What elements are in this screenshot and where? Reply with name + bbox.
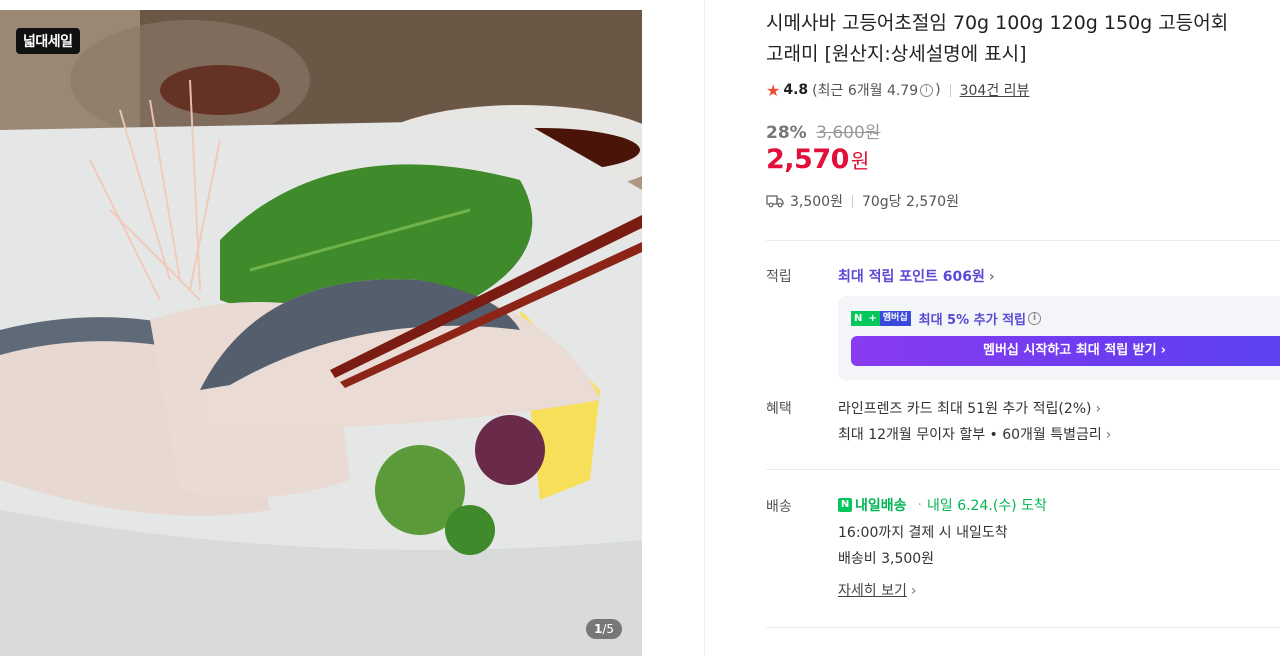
card-benefit-text: 라인프렌즈 카드 최대 51원 추가 적립(2%) <box>838 401 1092 417</box>
truck-icon <box>766 195 784 208</box>
chevron-right-icon: › <box>1095 401 1102 417</box>
delivery-detail-link[interactable]: 자세히 보기 › <box>838 580 916 600</box>
discount-row: 28% 3,600원 <box>766 118 880 143</box>
sale-price: 2,570 <box>766 144 849 175</box>
product-photo <box>0 10 642 656</box>
recent-rating: (최근 6개월 4.79 <box>812 83 919 99</box>
max-points-link[interactable]: 최대 적립 포인트 606원 › <box>838 266 995 286</box>
naver-n-icon: N <box>838 498 852 512</box>
info-icon[interactable]: i <box>1028 312 1042 325</box>
arrival-date: 내일 6.24.(수) 도착 <box>926 498 1047 514</box>
delivery-fee: 배송비 3,500원 <box>838 551 935 567</box>
price-row: 2,570 원 <box>766 144 869 175</box>
next-day-delivery-badge: N 내일배송 <box>838 495 907 515</box>
rating-score: 4.8 <box>783 82 809 98</box>
delivery-cutoff: 16:00까지 결제 시 내일도착 <box>838 525 1008 541</box>
naver-n-mark: N <box>851 311 866 326</box>
chevron-right-icon: › <box>910 583 917 599</box>
recent-rating-close: ) <box>935 82 941 98</box>
rating-row: ★ 4.8 (최근 6개월 4.79 i ) 304건 리뷰 <box>766 80 1029 100</box>
sale-badge: 넓대세일 <box>16 28 80 54</box>
section-divider <box>766 627 1280 628</box>
product-title-line1: 시메사바 고등어초절임 70g 100g 120g 150g 고등어회 <box>766 12 1229 34</box>
section-divider <box>766 240 1280 241</box>
info-icon[interactable]: i <box>920 83 934 97</box>
reviews-link[interactable]: 304건 리뷰 <box>960 80 1030 100</box>
original-price: 3,600원 <box>816 123 881 143</box>
product-image-gallery[interactable]: 넓대세일 1/5 <box>0 10 642 656</box>
delivery-label: 배송 <box>766 499 792 515</box>
max-points-text: 최대 적립 포인트 606원 <box>838 269 985 285</box>
benefits-label: 혜택 <box>766 401 792 417</box>
membership-box: N + 멤버십 최대 5% 추가 적립 i 멤버십 시작하고 최대 적립 받기 › <box>838 296 1280 380</box>
next-day-delivery-text: 내일배송 <box>855 498 907 514</box>
chevron-right-icon: › <box>1105 427 1112 443</box>
installment-text: 최대 12개월 무이자 할부 • 60개월 특별금리 <box>838 427 1102 443</box>
divider <box>851 194 853 208</box>
membership-extra-points: 최대 5% 추가 적립 <box>918 313 1027 328</box>
installment-benefit-link[interactable]: 최대 12개월 무이자 할부 • 60개월 특별금리 › <box>838 424 1111 444</box>
image-counter-total: /5 <box>602 622 615 636</box>
price-unit: 원 <box>850 149 870 173</box>
membership-button-label: 멤버십 시작하고 최대 적립 받기 <box>983 343 1157 358</box>
card-benefit-link[interactable]: 라인프렌즈 카드 최대 51원 추가 적립(2%) › <box>838 398 1101 418</box>
product-title: 시메사바 고등어초절임 70g 100g 120g 150g 고등어회 고래미 … <box>766 8 1280 70</box>
product-title-line2: 고래미 [원산지:상세설명에 표시] <box>766 43 1027 65</box>
image-counter: 1/5 <box>586 619 623 639</box>
chevron-right-icon: › <box>988 269 995 285</box>
membership-mark: 멤버십 <box>879 311 911 326</box>
unit-price: 70g당 2,570원 <box>861 194 959 210</box>
plus-mark: + <box>865 311 880 326</box>
separator-dot: · <box>917 497 922 513</box>
membership-line: N + 멤버십 최대 5% 추가 적립 i <box>851 309 1043 328</box>
membership-start-button[interactable]: 멤버십 시작하고 최대 적립 받기 › <box>851 336 1280 366</box>
naver-membership-logo: N + 멤버십 <box>851 311 911 326</box>
discount-rate: 28% <box>766 123 807 143</box>
section-divider <box>766 469 1280 470</box>
panel-divider <box>704 0 705 656</box>
chevron-right-icon: › <box>1160 343 1166 358</box>
points-label: 적립 <box>766 269 792 285</box>
shipping-summary: 3,500원 70g당 2,570원 <box>766 191 959 211</box>
star-icon: ★ <box>766 80 781 100</box>
detail-link-text: 자세히 보기 <box>838 583 907 599</box>
delivery-tag: N 내일배송 · 내일 6.24.(수) 도착 <box>838 495 1047 515</box>
divider <box>949 83 951 97</box>
shipping-fee: 3,500원 <box>790 194 843 210</box>
